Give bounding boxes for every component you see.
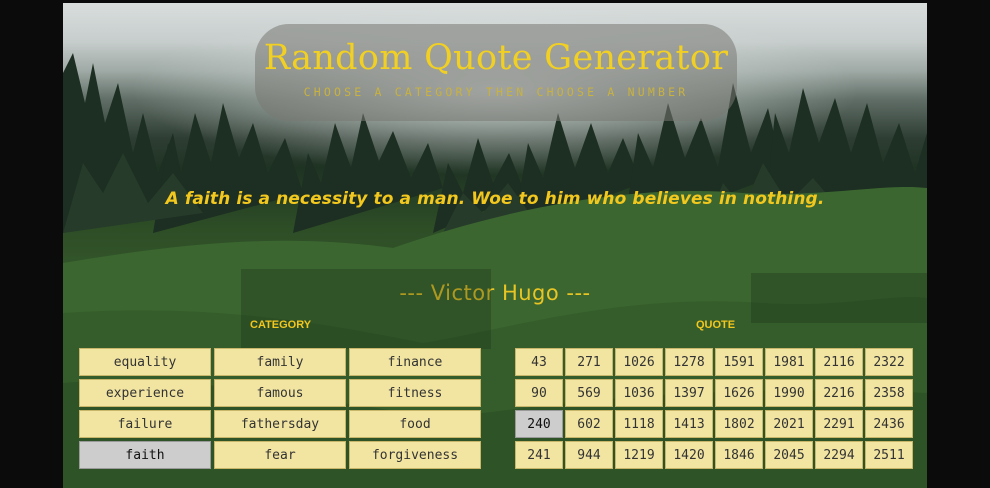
quote-number-button-1591[interactable]: 1591 (715, 348, 763, 376)
category-grid: equality family finance experience famous fit… (79, 348, 481, 469)
quote-number-button-1413[interactable]: 1413 (665, 410, 713, 438)
quote-number-button-569[interactable]: 569 (565, 379, 613, 407)
quote-number-button-43[interactable]: 43 (515, 348, 563, 376)
category-button-faith[interactable]: faith (79, 441, 211, 469)
right-backdrop (751, 273, 927, 323)
category-button-forgiveness[interactable]: forgiveness (349, 441, 481, 469)
author-backdrop (241, 269, 491, 349)
quote-number-button-1026[interactable]: 1026 (615, 348, 663, 376)
category-button-equality[interactable]: equality (79, 348, 211, 376)
quote-number-button-240[interactable]: 240 (515, 410, 563, 438)
quote-number-button-1981[interactable]: 1981 (765, 348, 813, 376)
category-heading: CATEGORY (250, 319, 312, 331)
quote-number-button-1219[interactable]: 1219 (615, 441, 663, 469)
category-button-famous[interactable]: famous (214, 379, 346, 407)
app-container: Random Quote Generator CHOOSE A CATEGORY… (63, 3, 927, 488)
quote-number-button-2358[interactable]: 2358 (865, 379, 913, 407)
quote-number-button-1420[interactable]: 1420 (665, 441, 713, 469)
quote-number-button-944[interactable]: 944 (565, 441, 613, 469)
category-button-fear[interactable]: fear (214, 441, 346, 469)
category-button-food[interactable]: food (349, 410, 481, 438)
page-title: Random Quote Generator (263, 38, 729, 78)
quote-text: A faith is a necessity to a man. Woe to … (165, 189, 825, 209)
quote-number-button-2021[interactable]: 2021 (765, 410, 813, 438)
quote-number-button-1802[interactable]: 1802 (715, 410, 763, 438)
quote-number-button-1846[interactable]: 1846 (715, 441, 763, 469)
quote-number-button-1626[interactable]: 1626 (715, 379, 763, 407)
quote-number-button-2322[interactable]: 2322 (865, 348, 913, 376)
quote-number-button-2511[interactable]: 2511 (865, 441, 913, 469)
quote-heading: QUOTE (696, 319, 736, 331)
quote-number-button-2045[interactable]: 2045 (765, 441, 813, 469)
quote-number-button-1278[interactable]: 1278 (665, 348, 713, 376)
category-button-finance[interactable]: finance (349, 348, 481, 376)
quote-number-button-90[interactable]: 90 (515, 379, 563, 407)
page-subtitle: CHOOSE A CATEGORY THEN CHOOSE A NUMBER (303, 85, 689, 99)
quote-number-button-1036[interactable]: 1036 (615, 379, 663, 407)
quote-number-button-2216[interactable]: 2216 (815, 379, 863, 407)
quote-number-button-1118[interactable]: 1118 (615, 410, 663, 438)
quote-number-button-1397[interactable]: 1397 (665, 379, 713, 407)
quote-number-button-241[interactable]: 241 (515, 441, 563, 469)
quote-number-button-1990[interactable]: 1990 (765, 379, 813, 407)
category-button-failure[interactable]: failure (79, 410, 211, 438)
category-button-family[interactable]: family (214, 348, 346, 376)
quote-number-grid: 43 271 1026 1278 1591 1981 2116 2322 90 569 1036 13… (515, 348, 913, 469)
category-button-fitness[interactable]: fitness (349, 379, 481, 407)
quote-number-button-2291[interactable]: 2291 (815, 410, 863, 438)
quote-number-button-2116[interactable]: 2116 (815, 348, 863, 376)
category-button-fathersday[interactable]: fathersday (214, 410, 346, 438)
category-button-experience[interactable]: experience (79, 379, 211, 407)
quote-number-button-271[interactable]: 271 (565, 348, 613, 376)
quote-number-button-602[interactable]: 602 (565, 410, 613, 438)
quote-number-button-2294[interactable]: 2294 (815, 441, 863, 469)
title-panel: Random Quote Generator CHOOSE A CATEGORY… (255, 24, 737, 121)
quote-number-button-2436[interactable]: 2436 (865, 410, 913, 438)
